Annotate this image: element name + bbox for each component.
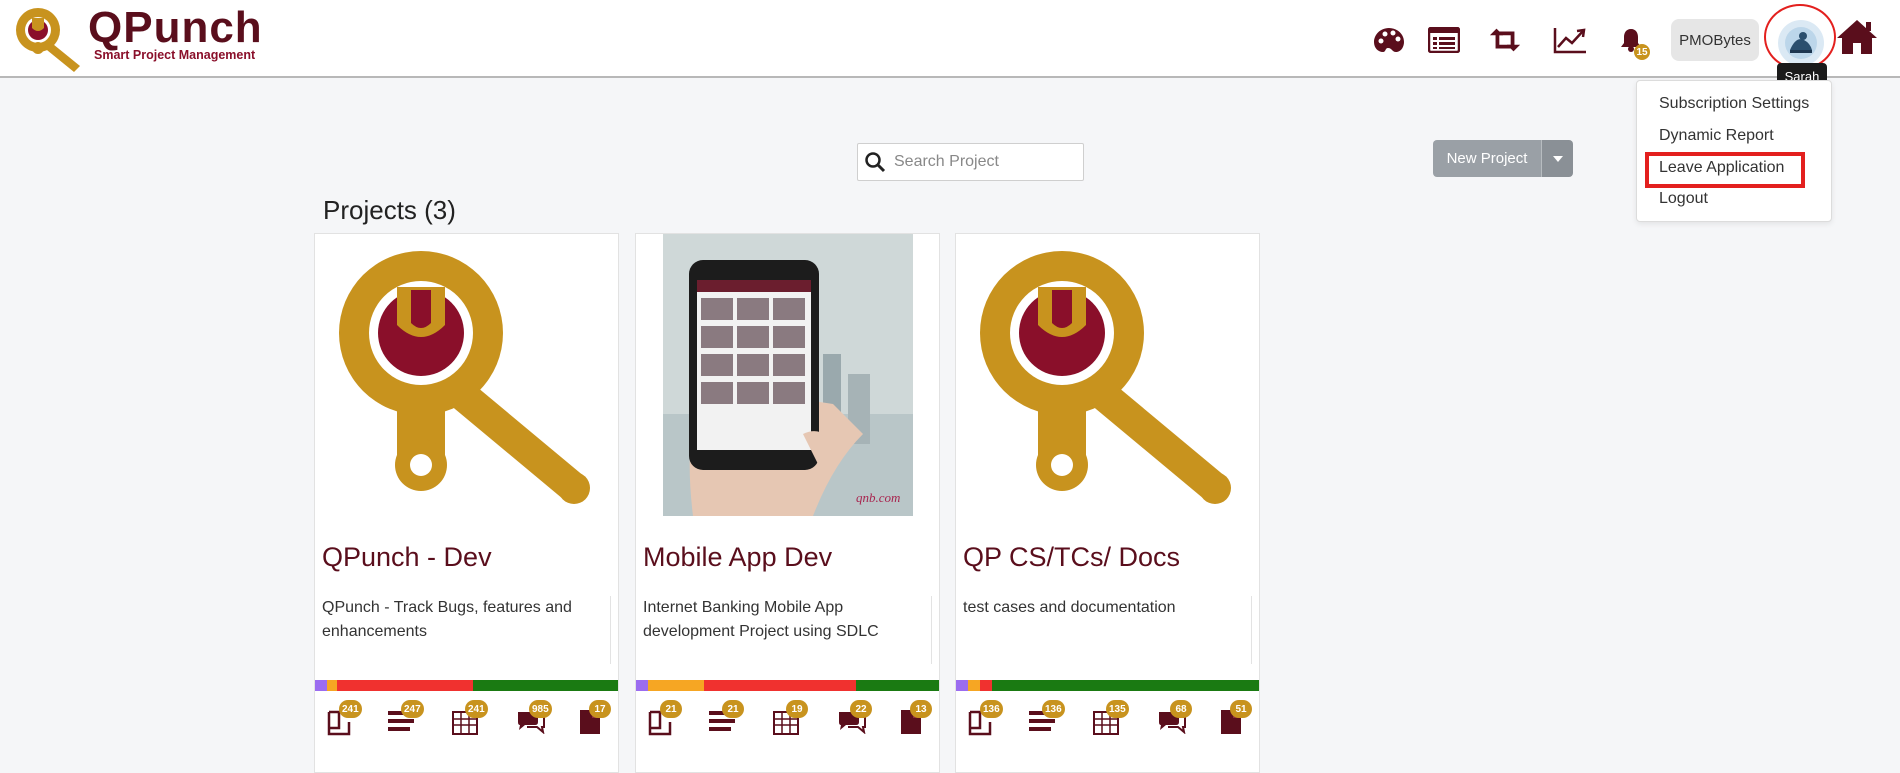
project-card[interactable]: qnb.com Mobile App Dev Internet Banking … bbox=[635, 233, 940, 773]
new-project-dropdown-toggle[interactable] bbox=[1541, 140, 1573, 177]
phone-photo-icon bbox=[662, 234, 913, 516]
home-icon[interactable] bbox=[1836, 18, 1878, 58]
status-progress-bar bbox=[636, 680, 939, 691]
stat-comments[interactable]: 985 bbox=[515, 700, 552, 738]
project-stats: 241 247 241 985 17 bbox=[315, 700, 618, 744]
progress-segment-purple bbox=[315, 680, 327, 691]
qpunch-logo-icon bbox=[16, 8, 80, 72]
project-description: QPunch - Track Bugs, features and enhanc… bbox=[322, 599, 572, 640]
count-badge: 136 bbox=[1042, 700, 1065, 718]
progress-segment-red bbox=[704, 680, 856, 691]
stat-tasks[interactable]: 21 bbox=[646, 700, 682, 738]
count-badge: 22 bbox=[850, 700, 872, 718]
project-image bbox=[315, 234, 618, 516]
divider bbox=[1251, 596, 1252, 664]
qpunch-logo-icon bbox=[338, 251, 590, 504]
caret-down-icon bbox=[1552, 155, 1563, 162]
count-badge: 136 bbox=[980, 700, 1003, 718]
project-image bbox=[956, 234, 1259, 516]
stat-list[interactable]: 247 bbox=[387, 700, 424, 738]
progress-segment-green bbox=[473, 680, 618, 691]
progress-segment-orange bbox=[648, 680, 704, 691]
stat-documents[interactable]: 13 bbox=[898, 700, 932, 738]
new-project-split-button: New Project bbox=[1433, 140, 1573, 177]
count-badge: 19 bbox=[786, 700, 808, 718]
count-badge: 51 bbox=[1230, 700, 1252, 718]
project-description: test cases and documentation bbox=[963, 599, 1176, 616]
count-badge: 68 bbox=[1170, 700, 1192, 718]
notification-count-badge: 15 bbox=[1634, 44, 1650, 60]
project-title[interactable]: QPunch - Dev bbox=[322, 542, 492, 573]
dashboard-icon[interactable] bbox=[1372, 24, 1406, 56]
divider bbox=[610, 596, 611, 664]
trend-chart-icon[interactable] bbox=[1553, 24, 1587, 56]
project-card[interactable]: QP CS/TCs/ Docs test cases and documenta… bbox=[955, 233, 1260, 773]
stat-calendar[interactable]: 19 bbox=[772, 700, 808, 738]
count-badge: 13 bbox=[910, 700, 932, 718]
brand-logo[interactable]: QPunch Smart Project Management bbox=[12, 4, 272, 74]
menu-item-leave-application[interactable]: Leave Application bbox=[1659, 159, 1784, 177]
stat-tasks[interactable]: 241 bbox=[325, 700, 362, 738]
menu-item-subscription-settings[interactable]: Subscription Settings bbox=[1659, 95, 1809, 113]
progress-segment-orange bbox=[327, 680, 337, 691]
list-icon[interactable] bbox=[1427, 24, 1461, 56]
projects-heading: Projects (3) bbox=[323, 195, 456, 225]
count-badge: 247 bbox=[401, 700, 424, 718]
count-badge: 17 bbox=[589, 700, 611, 718]
count-badge: 135 bbox=[1106, 700, 1129, 718]
search-box bbox=[857, 143, 1084, 181]
count-badge: 21 bbox=[660, 700, 682, 718]
user-avatar[interactable] bbox=[1778, 20, 1824, 66]
status-progress-bar bbox=[315, 680, 618, 691]
brand-tagline: Smart Project Management bbox=[94, 48, 256, 62]
progress-segment-orange bbox=[968, 680, 980, 691]
stat-comments[interactable]: 22 bbox=[836, 700, 872, 738]
count-badge: 985 bbox=[529, 700, 552, 718]
count-badge: 241 bbox=[465, 700, 488, 718]
organization-button[interactable]: PMOBytes bbox=[1671, 19, 1759, 61]
project-image: qnb.com bbox=[636, 234, 939, 516]
progress-segment-purple bbox=[636, 680, 648, 691]
brand-name: QPunch bbox=[88, 3, 263, 52]
stat-calendar[interactable]: 241 bbox=[451, 700, 488, 738]
project-title[interactable]: QP CS/TCs/ Docs bbox=[963, 542, 1180, 573]
count-badge: 241 bbox=[339, 700, 362, 718]
progress-segment-green bbox=[992, 680, 1259, 691]
menu-item-logout[interactable]: Logout bbox=[1659, 190, 1708, 208]
stat-comments[interactable]: 68 bbox=[1156, 700, 1192, 738]
search-input[interactable] bbox=[894, 153, 1074, 171]
top-navbar: QPunch Smart Project Management 15 PMOBy… bbox=[0, 0, 1900, 89]
project-stats: 21 21 19 22 13 bbox=[636, 700, 939, 744]
progress-segment-purple bbox=[956, 680, 968, 691]
retweet-icon[interactable] bbox=[1488, 24, 1522, 56]
new-project-button[interactable]: New Project bbox=[1433, 140, 1541, 177]
count-badge: 21 bbox=[722, 700, 744, 718]
progress-segment-red bbox=[980, 680, 992, 691]
divider bbox=[931, 596, 932, 664]
project-card[interactable]: QPunch - Dev QPunch - Track Bugs, featur… bbox=[314, 233, 619, 773]
image-caption: qnb.com bbox=[856, 490, 901, 505]
stat-documents[interactable]: 17 bbox=[577, 700, 611, 738]
stat-calendar[interactable]: 135 bbox=[1092, 700, 1129, 738]
avatar-image-icon bbox=[1785, 27, 1817, 59]
user-dropdown-menu: Subscription Settings Dynamic Report Lea… bbox=[1636, 80, 1832, 222]
menu-item-dynamic-report[interactable]: Dynamic Report bbox=[1659, 127, 1774, 145]
status-progress-bar bbox=[956, 680, 1259, 691]
stat-documents[interactable]: 51 bbox=[1218, 700, 1252, 738]
progress-segment-green bbox=[856, 680, 939, 691]
search-icon bbox=[865, 152, 886, 173]
qpunch-logo-icon bbox=[979, 251, 1231, 504]
project-stats: 136 136 135 68 51 bbox=[956, 700, 1259, 744]
progress-segment-red bbox=[337, 680, 473, 691]
stat-list[interactable]: 21 bbox=[708, 700, 744, 738]
stat-list[interactable]: 136 bbox=[1028, 700, 1065, 738]
project-description: Internet Banking Mobile App development … bbox=[643, 599, 879, 640]
stat-tasks[interactable]: 136 bbox=[966, 700, 1003, 738]
project-title[interactable]: Mobile App Dev bbox=[643, 542, 832, 573]
